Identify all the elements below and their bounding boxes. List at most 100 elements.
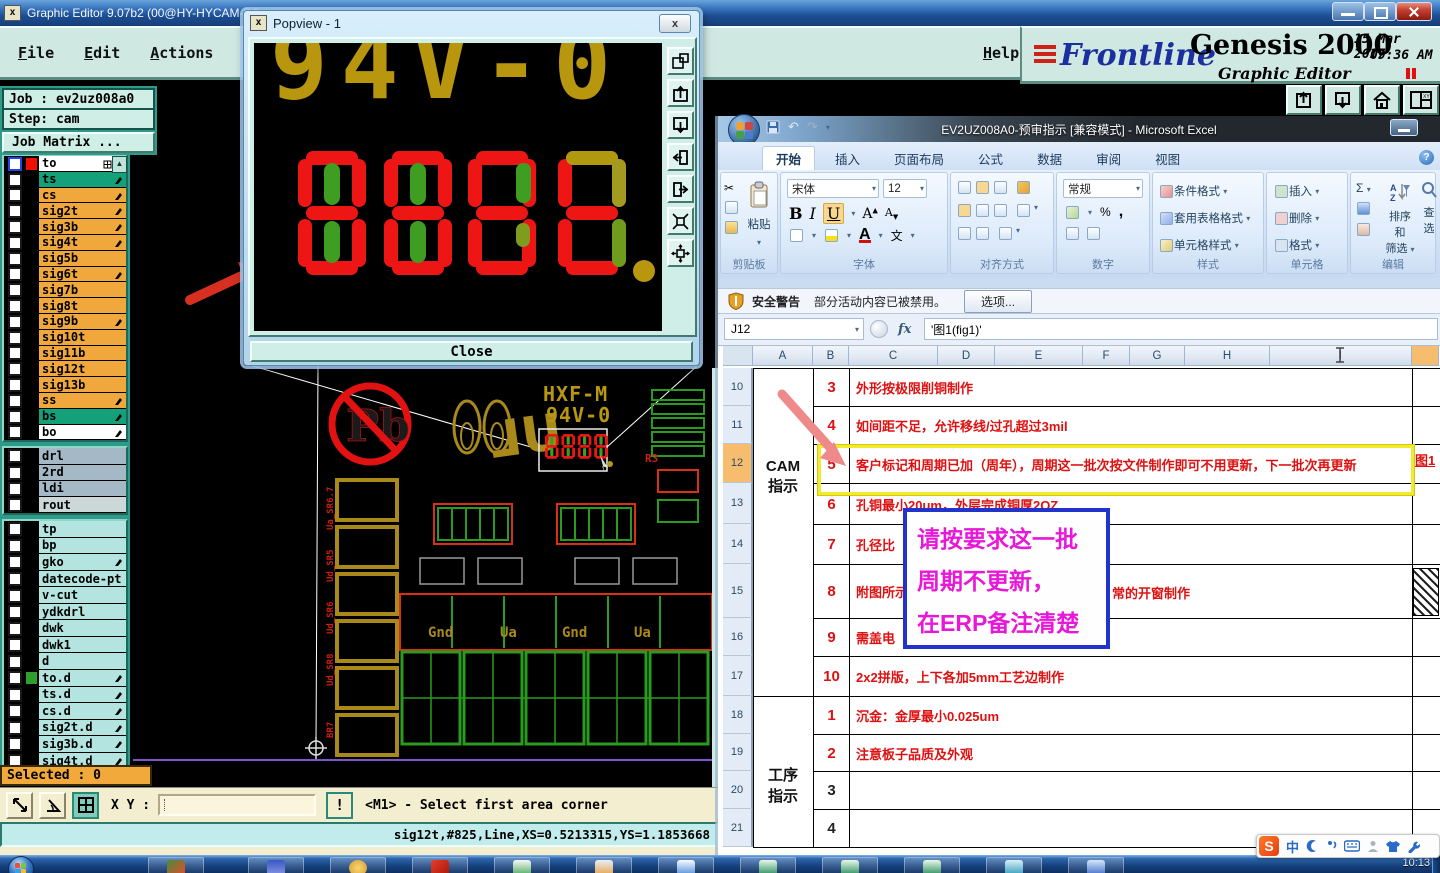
menu-item[interactable]: Actions <box>150 44 213 62</box>
align-bottom-icon[interactable] <box>994 181 1007 194</box>
job-matrix-button[interactable]: Job Matrix ... <box>2 132 155 153</box>
layer-label[interactable]: sig7b <box>39 282 126 299</box>
layer-row[interactable]: cs.d <box>4 703 126 720</box>
layer-label[interactable]: drl <box>39 448 126 465</box>
paste-button[interactable]: 粘贴 ▾ <box>744 181 774 250</box>
layer-row[interactable]: sig12t <box>4 361 126 378</box>
table-row[interactable]: 2 注意板子品质及外观 <box>753 735 1440 772</box>
layer-checkbox[interactable] <box>8 465 22 480</box>
row-header[interactable]: 13 <box>723 483 753 524</box>
ribbon-tab[interactable]: 审阅 <box>1082 146 1135 170</box>
taskbar-app-icon[interactable] <box>986 857 1042 873</box>
pan-right-icon[interactable] <box>667 175 694 203</box>
orientation-icon[interactable] <box>1017 181 1030 194</box>
layer-checkbox[interactable] <box>8 314 22 329</box>
layer-row[interactable]: sig13b <box>4 377 126 393</box>
decrease-decimal-icon[interactable] <box>1087 227 1100 240</box>
layer-row[interactable]: ss <box>4 392 126 409</box>
taskbar-app-icon[interactable] <box>148 857 204 873</box>
wrap-text-icon[interactable] <box>999 227 1012 240</box>
shrink-font-icon[interactable]: A▼ <box>885 206 898 221</box>
cell-b[interactable]: 8 <box>813 565 849 619</box>
increase-indent-icon[interactable] <box>976 227 989 240</box>
ribbon-tab[interactable]: 视图 <box>1141 146 1194 170</box>
ribbon-tab[interactable]: 公式 <box>964 146 1017 170</box>
popview-close-button[interactable]: Close <box>250 341 693 362</box>
row-header[interactable]: 21 <box>723 809 753 847</box>
insert-function-circle[interactable] <box>870 320 888 338</box>
layer-row[interactable]: sig7b <box>4 282 126 299</box>
chinese-mode-icon[interactable]: 中 <box>1286 837 1299 856</box>
find-select-button[interactable]: 查选 <box>1419 181 1439 236</box>
maximize-button[interactable] <box>1364 2 1396 21</box>
layer-label[interactable]: sig2t.d <box>39 719 126 737</box>
layer-label[interactable]: sig12t <box>39 361 126 378</box>
row-header[interactable]: 15 <box>723 564 753 618</box>
name-box[interactable]: J12 ▾ <box>724 318 864 340</box>
cell-b[interactable]: 2 <box>813 735 849 772</box>
popview-canvas[interactable]: 94V-0 <box>254 43 662 331</box>
layer-checkbox[interactable] <box>8 346 22 361</box>
layer-label[interactable]: sig11b <box>39 345 126 362</box>
layer-row[interactable]: ts.d <box>4 686 126 704</box>
menu-item[interactable]: Edit <box>84 44 120 62</box>
layer-checkbox[interactable] <box>8 378 22 393</box>
clear-icon[interactable] <box>1357 223 1370 236</box>
layer-checkbox[interactable] <box>8 638 22 653</box>
ribbon-tab[interactable]: 页面布局 <box>880 146 958 170</box>
taskbar-app-icon[interactable] <box>494 857 550 873</box>
layer-row[interactable]: d <box>4 653 126 671</box>
home-icon[interactable] <box>1364 85 1400 115</box>
layer-checkbox[interactable] <box>8 409 22 424</box>
grow-font-icon[interactable]: A▲ <box>862 206 878 222</box>
column-header[interactable]: C <box>849 346 938 366</box>
cell-c[interactable]: 如间距不足，允许移线/过孔超过3mil <box>849 407 1412 445</box>
cell-c[interactable]: 2x2拼版，上下各加5mm工艺边制作 <box>849 657 1412 697</box>
layer-checkbox[interactable] <box>8 156 22 171</box>
cell-j[interactable] <box>1412 407 1440 445</box>
genesis-titlebar[interactable]: x Graphic Editor 9.07b2 (00@HY-HYCAM-PC <box>0 0 1440 26</box>
layer-checkbox[interactable] <box>8 621 22 636</box>
layer-label[interactable]: bs <box>39 408 126 425</box>
namebox-dropdown-icon[interactable]: ▾ <box>855 325 859 334</box>
column-header[interactable] <box>723 346 753 366</box>
copy-down-icon[interactable] <box>667 111 694 139</box>
layer-row[interactable]: to.d <box>4 670 126 687</box>
layer-label[interactable]: dwk1 <box>39 636 126 654</box>
layer-checkbox[interactable] <box>8 572 22 586</box>
column-header[interactable]: D <box>938 346 995 366</box>
taskbar-app-icon[interactable] <box>1068 857 1124 873</box>
fig1-link[interactable]: 图1 <box>1415 450 1435 469</box>
layer-label[interactable]: ss <box>39 392 126 409</box>
cell-a[interactable] <box>753 697 813 735</box>
align-middle-icon[interactable] <box>976 181 989 194</box>
layer-label[interactable]: cs.d <box>39 703 126 720</box>
popout-view-icon[interactable] <box>667 47 694 75</box>
keyboard-icon[interactable] <box>1344 840 1361 852</box>
zoom-fit-icon[interactable] <box>667 207 694 235</box>
increase-decimal-icon[interactable] <box>1066 227 1079 240</box>
cell-j[interactable] <box>1412 619 1440 657</box>
taskbar-app-icon[interactable] <box>330 857 386 873</box>
options-button[interactable]: 选项... <box>964 289 1033 313</box>
layer-checkbox[interactable] <box>8 172 22 187</box>
insert-cells-button[interactable]: 插入 ▾ <box>1273 182 1320 200</box>
accounting-format-icon[interactable] <box>1066 205 1079 219</box>
table-row[interactable]: 1 沉金：金厚最小0.025um <box>753 697 1440 735</box>
layer-row[interactable]: sig4t <box>4 234 126 251</box>
excel-titlebar[interactable]: ↶ ↷ ▾ EV2UZ008A0-预审指示 [兼容模式] - Microsoft… <box>718 114 1440 146</box>
layer-row[interactable]: sig8t <box>4 298 126 314</box>
row-header[interactable]: 12 <box>723 444 753 483</box>
menu-item-help[interactable]: Help <box>983 44 1019 62</box>
close-button[interactable] <box>1396 2 1432 21</box>
cell-b[interactable]: 9 <box>813 619 849 657</box>
screen-down-icon[interactable] <box>1325 85 1361 115</box>
layer-row[interactable]: bp <box>4 537 126 555</box>
pinyin-icon[interactable]: 文 <box>891 227 903 244</box>
layer-checkbox[interactable] <box>8 188 22 203</box>
pan-move-icon[interactable] <box>667 239 694 267</box>
column-header[interactable] <box>1412 346 1439 366</box>
font-name-combo[interactable]: 宋体 ▾ <box>787 179 879 198</box>
layer-row[interactable]: ldi <box>4 480 126 497</box>
cell-j[interactable] <box>1412 369 1440 407</box>
